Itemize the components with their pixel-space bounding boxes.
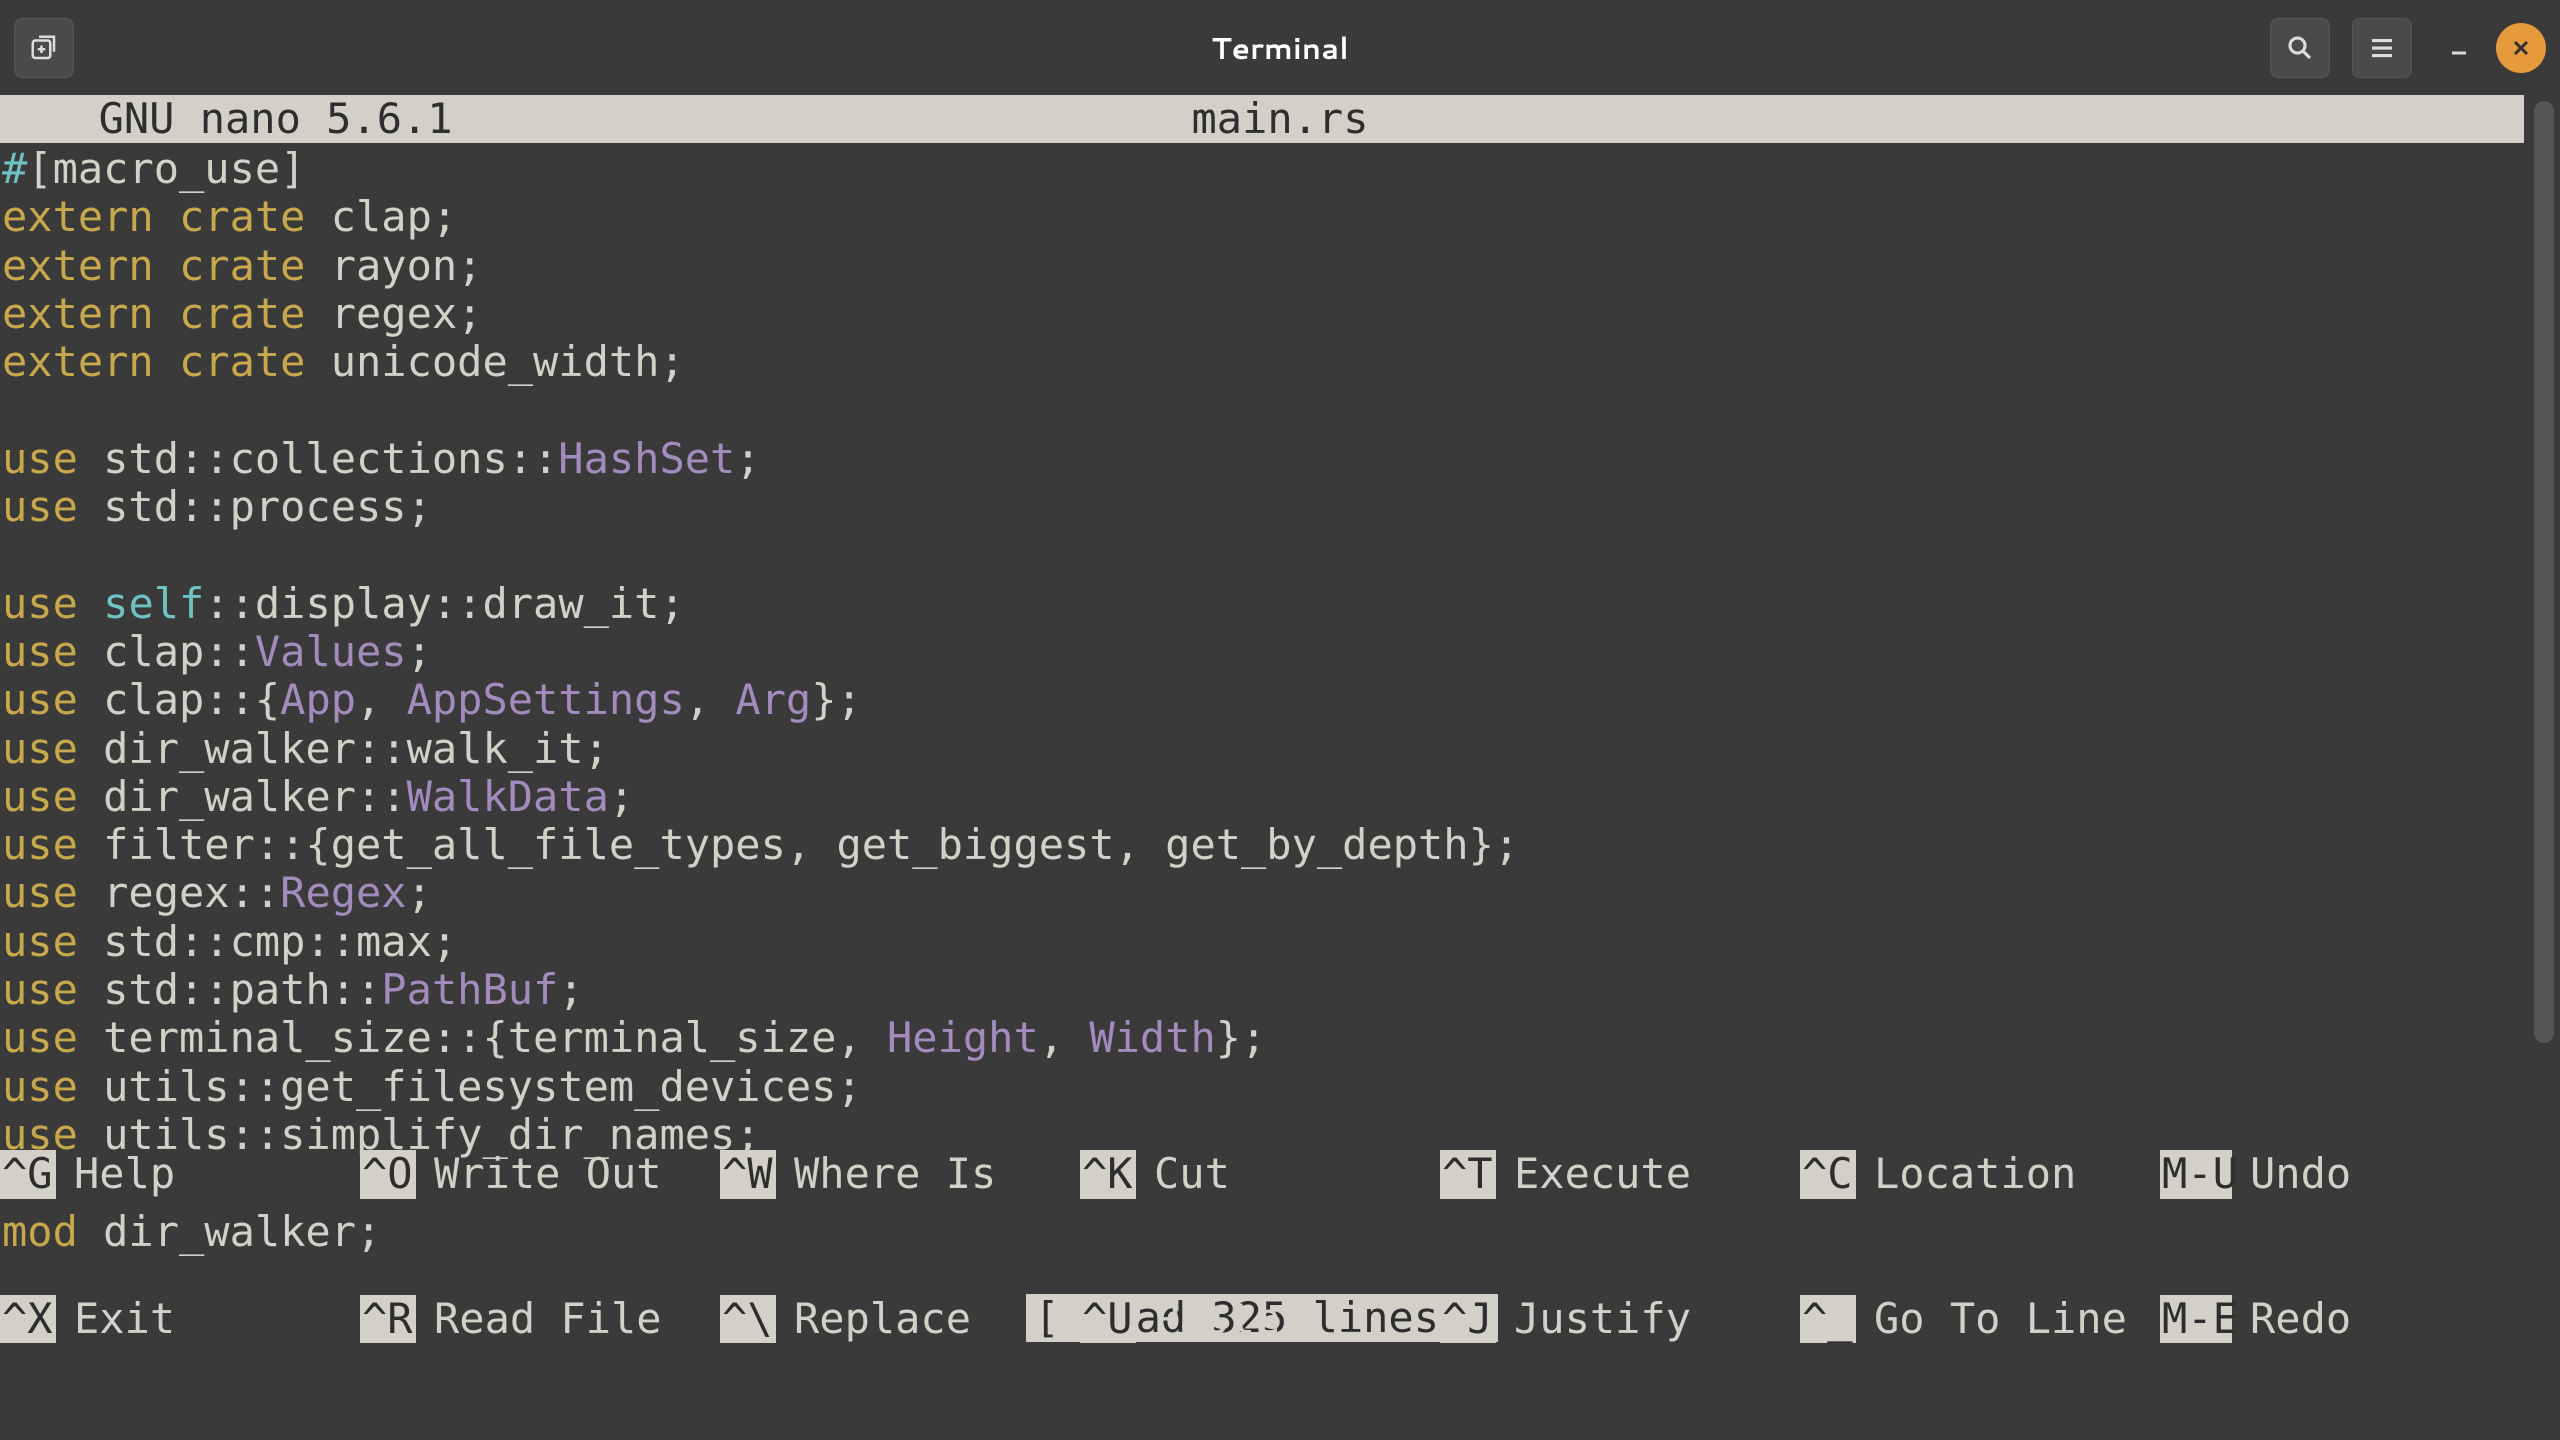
shortcut-item: ^KCut [1080,1150,1440,1198]
shortcut-key: ^R [360,1295,416,1343]
shortcut-key: ^K [1080,1150,1136,1198]
shortcut-label: Exit [56,1295,175,1343]
shortcut-item: ^UPaste [1080,1295,1440,1343]
shortcut-item: ^WWhere Is [720,1150,1080,1198]
shortcut-key: ^C [1800,1150,1856,1198]
shortcut-key: ^T [1440,1150,1496,1198]
shortcut-key: ^X [0,1295,56,1343]
shortcut-key: ^O [360,1150,416,1198]
shortcut-item: ^\Replace [720,1295,1080,1343]
shortcut-label: Where Is [776,1150,996,1198]
shortcut-label: Go To Line [1856,1295,2127,1343]
shortcut-label: Help [56,1150,175,1198]
search-button[interactable] [2270,18,2330,78]
shortcut-item: ^RRead File [360,1295,720,1343]
nano-version: GNU nano 5.6.1 [48,98,453,140]
shortcut-item: ^TExecute [1440,1150,1800,1198]
shortcut-label: Read File [416,1295,662,1343]
shortcut-key: ^W [720,1150,776,1198]
shortcut-label: Paste [1136,1295,1280,1343]
shortcut-label: Location [1856,1150,2076,1198]
shortcut-item: ^CLocation [1800,1150,2160,1198]
shortcut-key: ^\ [720,1295,776,1343]
shortcut-item: ^_Go To Line [1800,1295,2160,1343]
nano-filename: main.rs [1191,98,1368,140]
shortcut-item: M-ERedo [2160,1295,2520,1343]
new-tab-button[interactable] [14,18,74,78]
shortcut-key: ^_ [1800,1295,1856,1343]
shortcut-item: ^JJustify [1440,1295,1800,1343]
shortcut-key: M-E [2160,1295,2232,1343]
nano-shortcut-bar: ^GHelp^OWrite Out^WWhere Is^KCut^TExecut… [0,1054,2524,1440]
shortcut-key: ^J [1440,1295,1496,1343]
shortcut-label: Write Out [416,1150,662,1198]
terminal-viewport[interactable]: GNU nano 5.6.1 main.rs #[macro_use] exte… [0,95,2560,1440]
shortcut-label: Redo [2232,1295,2351,1343]
hamburger-menu-button[interactable] [2352,18,2412,78]
shortcut-item: ^XExit [0,1295,360,1343]
window-titlebar: Terminal [0,0,2560,95]
shortcut-label: Justify [1496,1295,1691,1343]
minimize-button[interactable] [2434,23,2484,73]
shortcut-key: M-U [2160,1150,2232,1198]
nano-header-bar: GNU nano 5.6.1 main.rs [0,95,2524,143]
shortcut-label: Cut [1136,1150,1230,1198]
shortcut-key: ^U [1080,1295,1136,1343]
shortcut-label: Undo [2232,1150,2351,1198]
window-title: Terminal [1211,26,1348,69]
shortcut-item: ^GHelp [0,1150,360,1198]
scrollbar-thumb[interactable] [2534,101,2554,1043]
shortcut-item: M-UUndo [2160,1150,2520,1198]
close-button[interactable] [2496,23,2546,73]
shortcut-key: ^G [0,1150,56,1198]
shortcut-label: Execute [1496,1150,1691,1198]
shortcut-label: Replace [776,1295,971,1343]
shortcut-item: ^OWrite Out [360,1150,720,1198]
terminal-scrollbar[interactable] [2528,95,2560,1440]
